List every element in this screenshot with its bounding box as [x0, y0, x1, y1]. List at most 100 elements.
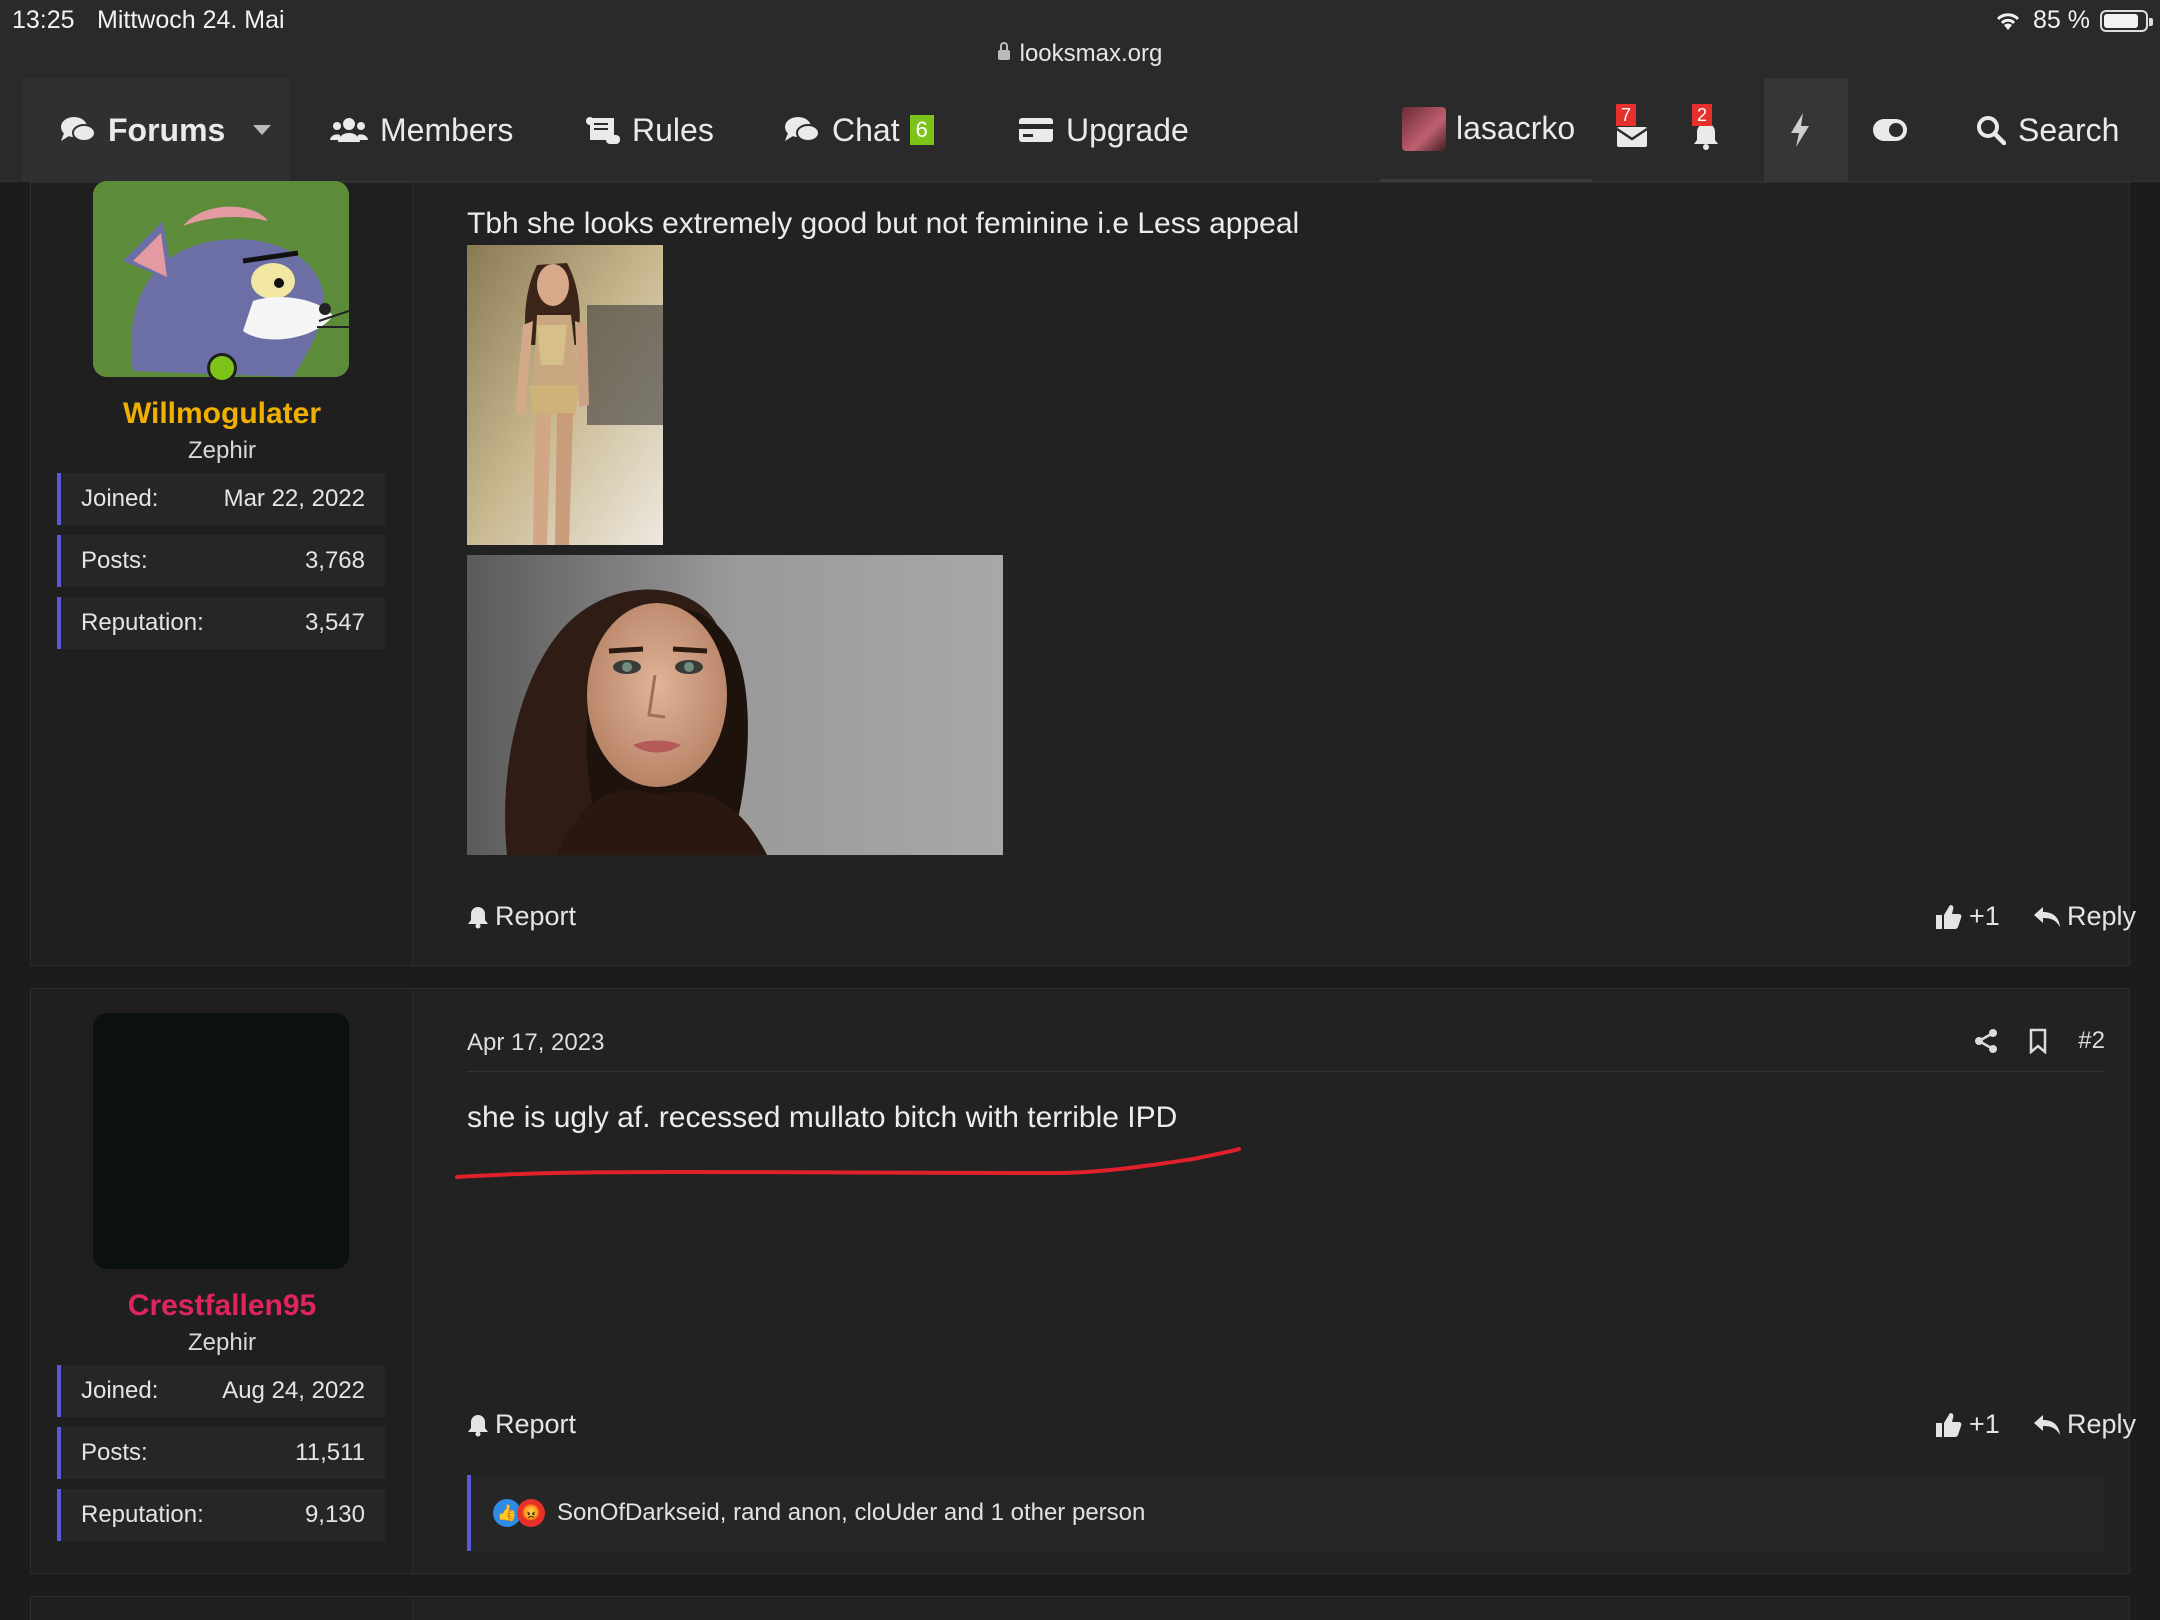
- post-2-date[interactable]: Apr 17, 2023: [467, 1029, 604, 1057]
- post-2-reactions-bar[interactable]: 👍 😡 SonOfDarkseid, rand anon, cloUder an…: [467, 1475, 2105, 1551]
- users-icon: [330, 118, 368, 142]
- bell-icon: [468, 906, 488, 928]
- comments-icon: [61, 117, 96, 142]
- red-underline-annotation: [455, 1147, 1241, 1179]
- credit-card-icon: [1019, 118, 1053, 142]
- bell-icon: [468, 1414, 488, 1436]
- like-label: +1: [1969, 1409, 2000, 1439]
- nav-account[interactable]: lasacrko: [1380, 78, 1592, 182]
- stat-label: Joined:: [81, 485, 159, 512]
- report-label: Report: [495, 901, 577, 931]
- post-1-stat-posts: Posts: 3,768: [57, 535, 385, 587]
- nav-upgrade[interactable]: Upgrade: [1018, 78, 1189, 182]
- post-2-username[interactable]: Crestfallen95: [31, 1289, 413, 1323]
- stat-label: Posts:: [81, 547, 148, 574]
- stat-value: 9,130: [304, 1501, 365, 1528]
- nav-whats-new[interactable]: [1764, 78, 1848, 182]
- post-2-body: Apr 17, 2023 #2 she is ugly af. recessed…: [413, 989, 2136, 1573]
- bookmark-icon[interactable]: [2028, 1028, 2048, 1054]
- stat-value: Mar 22, 2022: [223, 485, 365, 512]
- post-2-report-button[interactable]: Report: [467, 1409, 576, 1440]
- post-2-number[interactable]: #2: [2078, 1027, 2105, 1055]
- avatar[interactable]: [93, 181, 349, 377]
- url-text: looksmax.org: [1019, 40, 1163, 67]
- avatar[interactable]: [93, 1013, 349, 1269]
- reply-icon: [2034, 906, 2060, 927]
- nav-members[interactable]: Members: [330, 78, 513, 182]
- post-1-like-button[interactable]: +1: [1935, 901, 2000, 932]
- post-1: Willmogulater Zephir Joined: Mar 22, 2022…: [30, 181, 2136, 966]
- post-3: [30, 1596, 2130, 1620]
- lock-icon: [997, 42, 1010, 60]
- post-1-stat-reputation: Reputation: 3,547: [57, 597, 385, 649]
- avatar: [1402, 106, 1446, 151]
- reply-icon: [2034, 1414, 2060, 1435]
- alerts-count-badge: 2: [1692, 104, 1713, 126]
- stat-label: Posts:: [81, 1439, 148, 1466]
- nav-rules-label: Rules: [632, 111, 714, 148]
- report-label: Report: [495, 1409, 577, 1439]
- address-bar[interactable]: looksmax.org: [0, 40, 2160, 68]
- like-label: +1: [1969, 901, 2000, 931]
- post-1-username[interactable]: Willmogulater: [31, 397, 413, 431]
- status-date: Mittwoch 24. Mai: [97, 6, 285, 34]
- post-2-text: she is ugly af. recessed mullato bitch w…: [467, 1101, 1178, 1134]
- post-1-report-button[interactable]: Report: [467, 901, 576, 932]
- post-1-user-title: Zephir: [187, 437, 257, 464]
- status-bar: 13:25 Mittwoch 24. Mai 85 % looksmax.org: [0, 0, 2160, 78]
- post-2-stat-joined: Joined: Aug 24, 2022: [57, 1365, 385, 1417]
- reply-label: Reply: [2067, 901, 2137, 931]
- post-2-meta-actions: #2: [1974, 1015, 2105, 1067]
- status-time: 13:25: [12, 6, 75, 34]
- stat-label: Joined:: [81, 1377, 159, 1404]
- reactions-text: SonOfDarkseid, rand anon, cloUder and 1 …: [557, 1499, 1146, 1526]
- post-1-stat-joined: Joined: Mar 22, 2022: [57, 473, 385, 525]
- battery-icon: [2100, 9, 2153, 32]
- post-1-body: Tbh she looks extremely good but not fem…: [413, 183, 2136, 965]
- chat-icon: [785, 117, 820, 142]
- angry-reaction-icon: 😡: [517, 1499, 545, 1527]
- post-2-like-button[interactable]: +1: [1935, 1409, 2000, 1440]
- chat-count-badge: 6: [909, 115, 934, 145]
- post-2-reply-button[interactable]: Reply: [2033, 1409, 2136, 1440]
- nav-rules[interactable]: Rules: [584, 78, 714, 182]
- style-toggle[interactable]: [1872, 78, 1920, 182]
- nav-chat[interactable]: Chat 6: [784, 78, 934, 182]
- stat-value: 3,547: [304, 609, 365, 636]
- chevron-down-icon[interactable]: [253, 125, 272, 135]
- thumbs-up-icon: [1936, 904, 1962, 929]
- stat-label: Reputation:: [81, 1501, 204, 1528]
- stat-value: 3,768: [304, 547, 365, 574]
- nav-search-label: Search: [2018, 111, 2120, 148]
- nav-members-label: Members: [380, 111, 514, 148]
- stat-value: 11,511: [295, 1439, 365, 1466]
- nav-forums[interactable]: Forums: [22, 78, 290, 182]
- stat-label: Reputation:: [81, 609, 204, 636]
- nav-upgrade-label: Upgrade: [1066, 111, 1189, 148]
- portrait-photo: [467, 555, 1003, 855]
- post-2-user-panel: Crestfallen95 Zephir Joined: Aug 24, 2022…: [31, 989, 413, 1573]
- post-2-user-title: Zephir: [187, 1329, 257, 1356]
- envelope-icon: [1616, 127, 1648, 147]
- post-2: Crestfallen95 Zephir Joined: Aug 24, 2022…: [30, 988, 2136, 1574]
- runway-photo: [467, 245, 663, 545]
- post-1-image-1[interactable]: [467, 245, 663, 545]
- stat-value: Aug 24, 2022: [222, 1377, 365, 1404]
- bolt-icon: [1791, 113, 1809, 147]
- post-2-divider: [467, 1071, 2105, 1072]
- nav-inbox[interactable]: 7: [1616, 78, 1666, 182]
- share-icon[interactable]: [1974, 1028, 1998, 1054]
- thumbs-up-icon: [1936, 1412, 1962, 1437]
- nav-username: lasacrko: [1456, 110, 1576, 146]
- post-1-text: Tbh she looks extremely good but not fem…: [467, 207, 1300, 240]
- cartoon-cat-avatar: [93, 181, 349, 377]
- toggle-icon: [1873, 119, 1907, 141]
- nav-alerts[interactable]: 2: [1692, 78, 1742, 182]
- post-2-stat-reputation: Reputation: 9,130: [57, 1489, 385, 1541]
- status-right: 85 %: [1993, 6, 2153, 35]
- post-1-user-panel: Willmogulater Zephir Joined: Mar 22, 2022…: [31, 181, 413, 965]
- post-1-reply-button[interactable]: Reply: [2033, 901, 2136, 932]
- nav-chat-label: Chat: [832, 111, 900, 148]
- post-1-image-2[interactable]: [467, 555, 1003, 855]
- nav-search[interactable]: Search: [1976, 78, 2119, 182]
